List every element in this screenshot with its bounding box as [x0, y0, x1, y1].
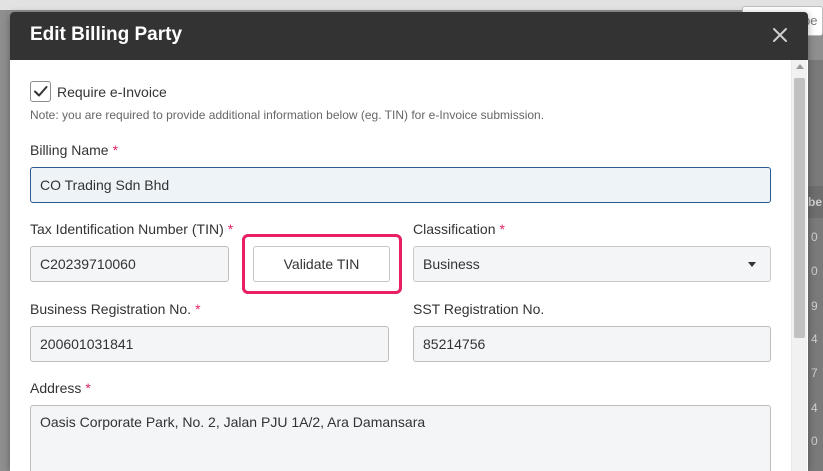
business-reg-input[interactable]: 200601031841	[30, 326, 389, 362]
address-textarea[interactable]: Oasis Corporate Park, No. 2, Jalan PJU 1…	[30, 405, 771, 471]
close-button[interactable]	[769, 24, 791, 46]
einvoice-note: Note: you are required to provide additi…	[30, 108, 545, 122]
background-cell: 0	[811, 434, 818, 448]
background-cell: 4	[811, 401, 818, 415]
edit-billing-party-modal: Edit Billing Party Require e-Invoice Not…	[10, 12, 808, 471]
billing-name-input[interactable]: CO Trading Sdn Bhd	[30, 167, 771, 203]
background-cell: 9	[811, 299, 818, 313]
background-cell: 7	[811, 366, 818, 380]
required-marker: *	[85, 380, 91, 396]
required-marker: *	[499, 221, 505, 237]
require-einvoice-checkbox[interactable]	[30, 81, 51, 102]
required-marker: *	[112, 142, 119, 158]
background-cell: 4	[811, 332, 818, 346]
background-column-header: be	[808, 186, 823, 218]
classification-value: Business	[423, 256, 480, 272]
tin-input[interactable]: C20239710060	[30, 246, 229, 282]
validate-tin-button[interactable]: Validate TIN	[253, 246, 390, 282]
billing-name-label: Billing Name *	[30, 142, 119, 158]
scroll-up-icon[interactable]	[796, 64, 804, 69]
scrollbar[interactable]	[791, 60, 807, 471]
checkmark-icon	[34, 86, 48, 97]
scrollbar-thumb[interactable]	[794, 78, 805, 338]
classification-select[interactable]: Business	[413, 246, 771, 282]
sst-reg-input[interactable]: 85214756	[413, 326, 771, 362]
background-cell: 0	[811, 230, 818, 244]
modal-title: Edit Billing Party	[30, 24, 183, 45]
required-marker: *	[195, 301, 201, 317]
required-marker: *	[227, 221, 234, 237]
background-cell: 0	[811, 264, 818, 278]
modal-body: Require e-Invoice Note: you are required…	[10, 60, 808, 471]
chevron-down-icon	[748, 262, 756, 267]
modal-header: Edit Billing Party	[10, 12, 808, 60]
background-topbar	[0, 0, 823, 10]
close-icon	[773, 28, 787, 42]
tin-label: Tax Identification Number (TIN) *	[30, 221, 234, 237]
address-label: Address *	[30, 380, 91, 396]
business-reg-label: Business Registration No. *	[30, 301, 201, 317]
sst-reg-label: SST Registration No.	[413, 301, 545, 317]
require-einvoice-label: Require e-Invoice	[57, 84, 167, 100]
classification-label: Classification *	[413, 221, 505, 237]
